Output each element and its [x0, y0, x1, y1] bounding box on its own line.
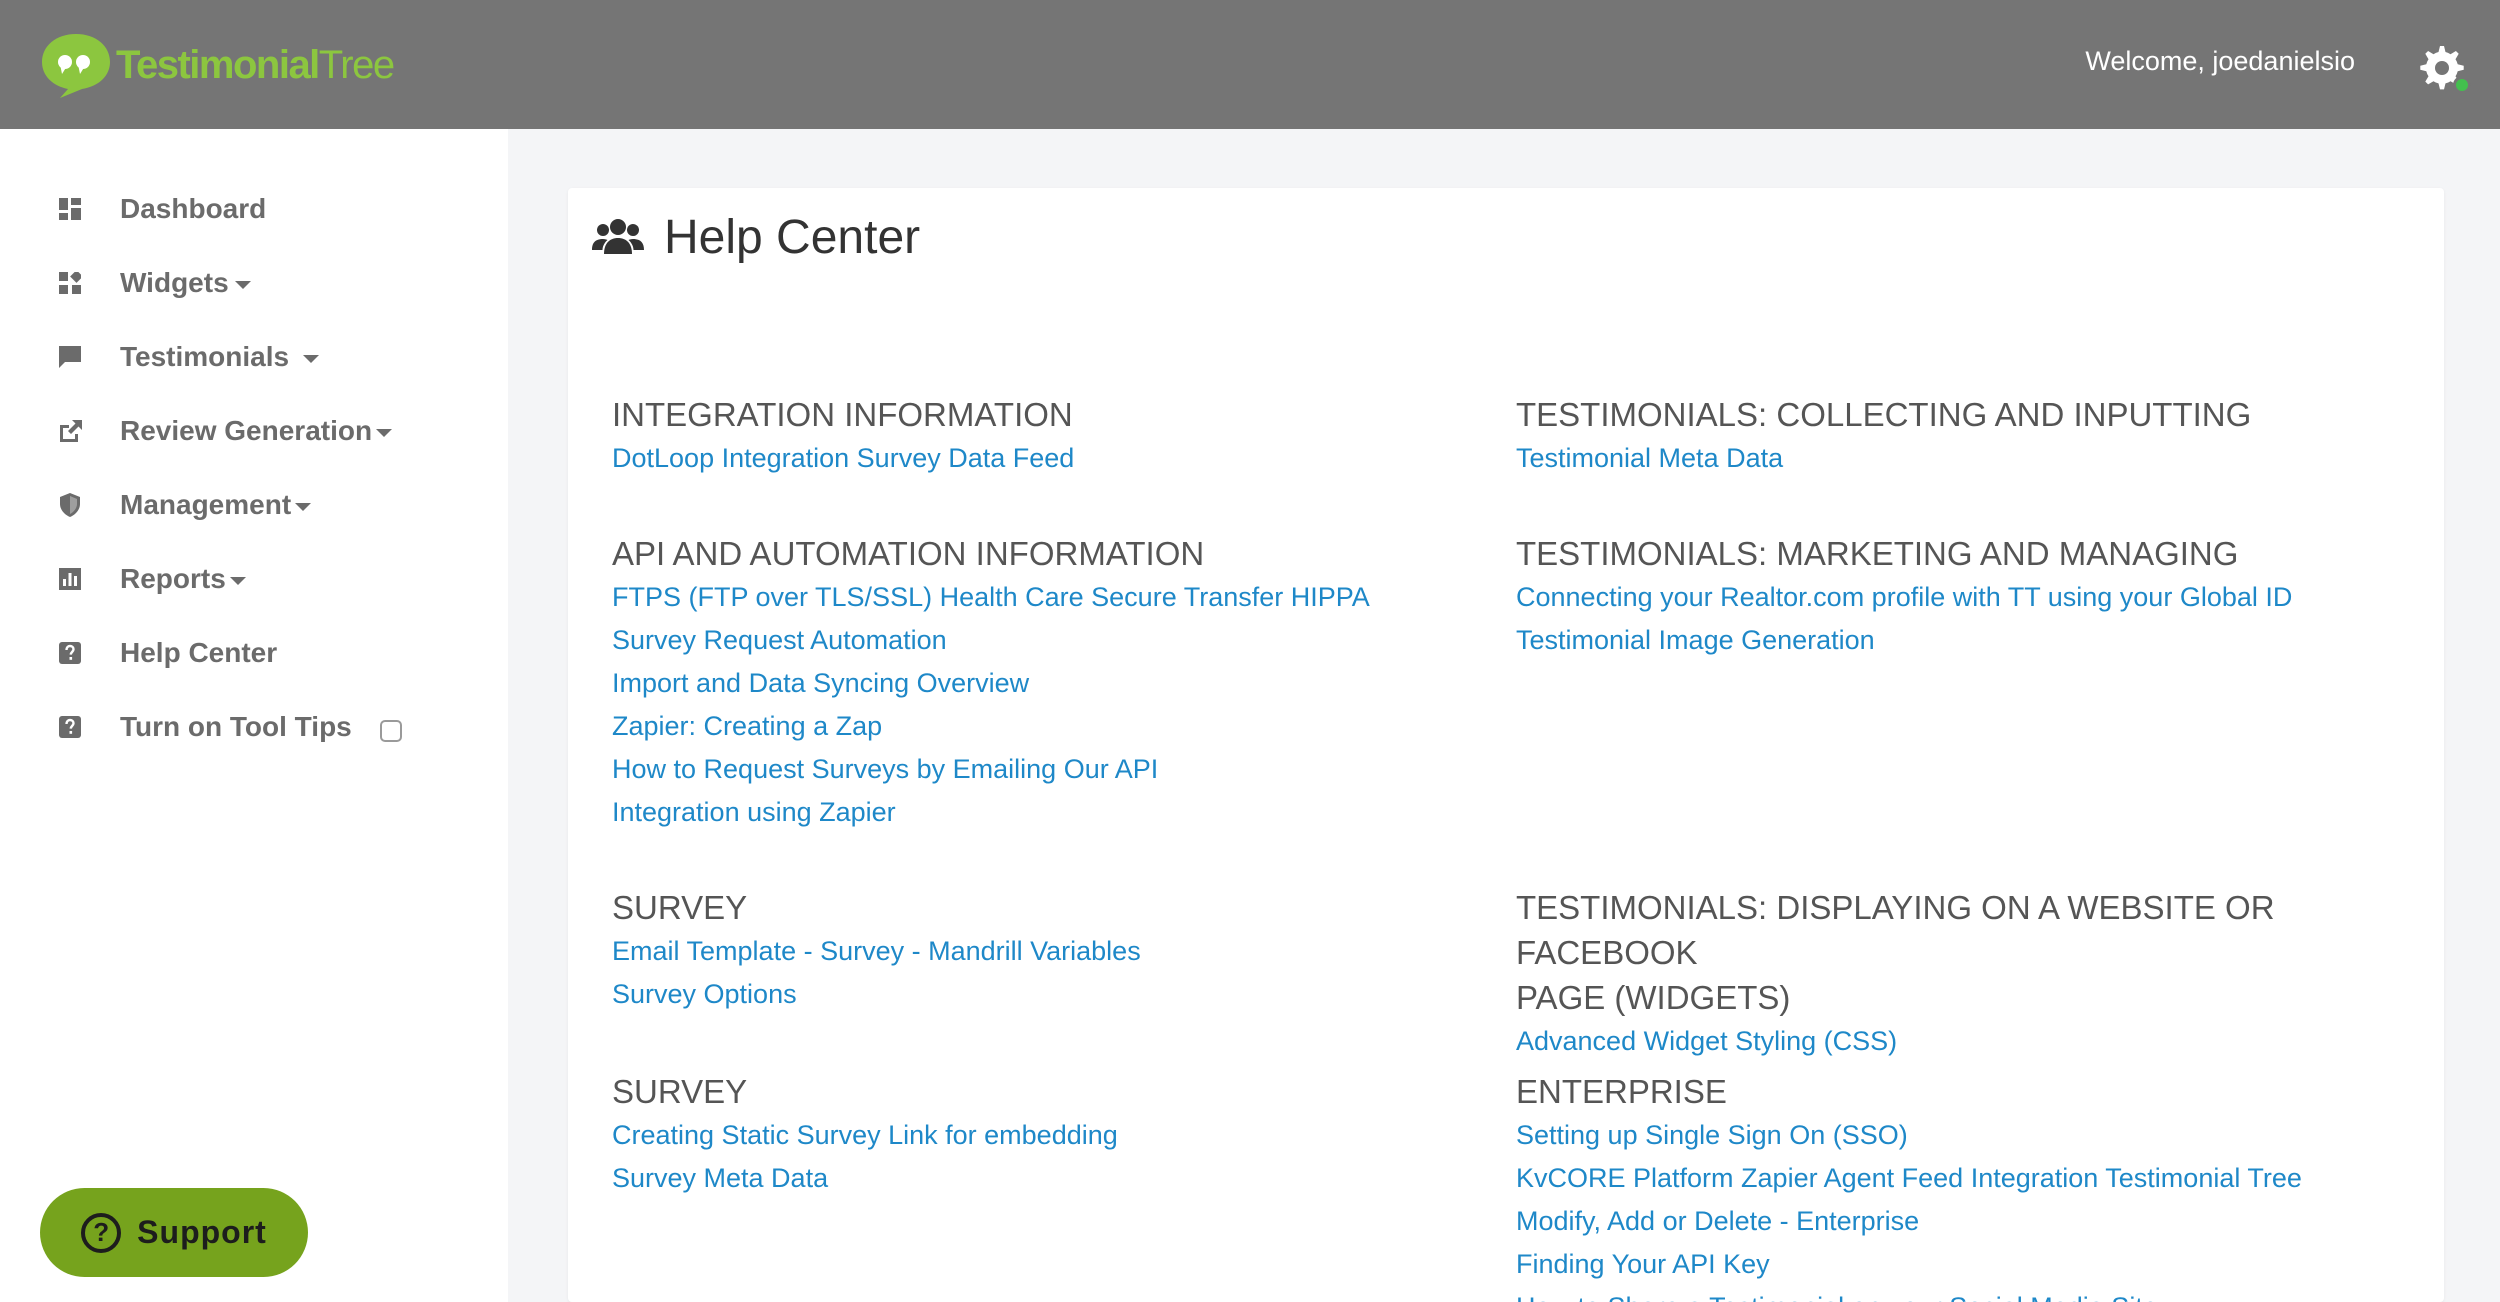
- section-links: Creating Static Survey Link for embeddin…: [612, 1114, 1472, 1200]
- section-title-line-2: PAGE (WIDGETS): [1516, 979, 1791, 1016]
- sidebar-item-text: Management: [120, 489, 292, 520]
- sidebar-item-text: Review Generation: [120, 415, 373, 446]
- section-collecting: TESTIMONIALS: COLLECTING AND INPUTTING T…: [1516, 392, 2416, 480]
- section-links: Setting up Single Sign On (SSO) KvCORE P…: [1516, 1114, 2416, 1302]
- page-header: Help Center: [592, 210, 920, 265]
- sidebar-item-widgets[interactable]: Widgets: [55, 263, 251, 303]
- section-title-line-1: TESTIMONIALS: DISPLAYING ON A WEBSITE OR…: [1516, 889, 2275, 971]
- help-link[interactable]: Connecting your Realtor.com profile with…: [1516, 576, 2416, 619]
- help-link[interactable]: Creating Static Survey Link for embeddin…: [612, 1114, 1472, 1157]
- sidebar-item-review-generation[interactable]: Review Generation: [55, 411, 393, 451]
- caret-down-icon: [303, 354, 320, 363]
- app-logo[interactable]: TestimonialTree: [38, 30, 395, 100]
- bar-chart-icon: [55, 564, 85, 594]
- section-survey: SURVEY Email Template - Survey - Mandril…: [612, 885, 1472, 1016]
- help-link[interactable]: Setting up Single Sign On (SSO): [1516, 1114, 2416, 1157]
- help-link[interactable]: Survey Request Automation: [612, 619, 1472, 662]
- logo-icon: [42, 34, 110, 98]
- section-title: SURVEY: [612, 889, 748, 926]
- support-label: Support: [137, 1214, 267, 1250]
- section-displaying: TESTIMONIALS: DISPLAYING ON A WEBSITE OR…: [1516, 885, 2416, 1063]
- section-links: Testimonial Meta Data: [1516, 437, 2416, 480]
- help-link[interactable]: KvCORE Platform Zapier Agent Feed Integr…: [1516, 1157, 2416, 1200]
- shield-icon: [55, 490, 85, 520]
- question-circle-icon: ?: [81, 1212, 122, 1253]
- caret-down-icon: [234, 280, 251, 289]
- caret-down-icon: [376, 428, 393, 437]
- help-link[interactable]: Email Template - Survey - Mandrill Varia…: [612, 930, 1472, 973]
- caret-down-icon: [229, 576, 246, 585]
- caret-down-icon: [295, 502, 312, 511]
- comment-icon: [55, 342, 85, 372]
- sidebar-item-help-center[interactable]: Help Center: [55, 633, 277, 673]
- sidebar-item-text: Testimonials: [120, 341, 290, 372]
- help-link[interactable]: How to Share a Testimonial on your Socia…: [1516, 1286, 2416, 1302]
- section-marketing: TESTIMONIALS: MARKETING AND MANAGING Con…: [1516, 531, 2416, 662]
- help-link[interactable]: Advanced Widget Styling (CSS): [1516, 1020, 2416, 1063]
- sidebar-item-text: Widgets: [120, 267, 229, 298]
- support-button[interactable]: ? Support: [40, 1188, 308, 1277]
- help-link[interactable]: Finding Your API Key: [1516, 1243, 2416, 1286]
- section-integration: INTEGRATION INFORMATION DotLoop Integrat…: [612, 392, 1472, 480]
- help-link[interactable]: Testimonial Image Generation: [1516, 619, 2416, 662]
- sidebar-item-reports[interactable]: Reports: [55, 559, 246, 599]
- section-enterprise: ENTERPRISE Setting up Single Sign On (SS…: [1516, 1069, 2416, 1302]
- section-links: Advanced Widget Styling (CSS): [1516, 1020, 2416, 1063]
- help-link[interactable]: Zapier: Creating a Zap: [612, 705, 1472, 748]
- section-title: ENTERPRISE: [1516, 1073, 1727, 1110]
- sidebar-item-label: Turn on Tool Tips: [120, 711, 352, 742]
- sidebar-item-label: Widgets: [120, 267, 251, 299]
- share-icon: [55, 416, 85, 446]
- section-links: Email Template - Survey - Mandrill Varia…: [612, 930, 1472, 1016]
- tool-tips-checkbox[interactable]: [379, 720, 402, 742]
- welcome-text: Welcome, joedanielsio: [2085, 46, 2355, 76]
- section-survey-2: SURVEY Creating Static Survey Link for e…: [612, 1069, 1472, 1200]
- sidebar-item-testimonials[interactable]: Testimonials: [55, 337, 320, 377]
- sidebar-item-management[interactable]: Management: [55, 485, 312, 525]
- help-link[interactable]: DotLoop Integration Survey Data Feed: [612, 437, 1472, 480]
- logo-text: TestimonialTree: [116, 42, 395, 88]
- section-links: DotLoop Integration Survey Data Feed: [612, 437, 1472, 480]
- users-icon: [592, 218, 644, 254]
- section-links: FTPS (FTP over TLS/SSL) Health Care Secu…: [612, 576, 1472, 834]
- section-api-automation: API AND AUTOMATION INFORMATION FTPS (FTP…: [612, 531, 1472, 834]
- help-link[interactable]: How to Request Surveys by Emailing Our A…: [612, 748, 1472, 791]
- question-icon: [55, 712, 85, 742]
- sidebar-item-tool-tips[interactable]: Turn on Tool Tips: [55, 707, 402, 747]
- section-title: SURVEY: [612, 1073, 748, 1110]
- widgets-icon: [55, 268, 85, 298]
- section-title: TESTIMONIALS: MARKETING AND MANAGING: [1516, 535, 2239, 572]
- sidebar-item-dashboard[interactable]: Dashboard: [55, 189, 266, 229]
- help-link[interactable]: Integration using Zapier: [612, 791, 1472, 834]
- question-icon: [55, 638, 85, 668]
- page-title: Help Center: [664, 211, 921, 264]
- section-title: TESTIMONIALS: COLLECTING AND INPUTTING: [1516, 396, 2252, 433]
- sidebar-item-label: Testimonials: [120, 341, 320, 373]
- sidebar-item-label: Dashboard: [120, 193, 267, 224]
- help-link[interactable]: FTPS (FTP over TLS/SSL) Health Care Secu…: [612, 576, 1472, 619]
- help-link[interactable]: Testimonial Meta Data: [1516, 437, 2416, 480]
- dashboard-icon: [55, 194, 85, 224]
- help-link[interactable]: Survey Meta Data: [612, 1157, 1472, 1200]
- help-link[interactable]: Modify, Add or Delete - Enterprise: [1516, 1200, 2416, 1243]
- section-title: INTEGRATION INFORMATION: [612, 396, 1073, 433]
- online-status-badge: [2453, 76, 2471, 94]
- logo-word-2: Tree: [318, 42, 395, 87]
- sidebar-item-label: Help Center: [120, 637, 278, 668]
- section-title: API AND AUTOMATION INFORMATION: [612, 535, 1205, 572]
- top-bar: TestimonialTree Welcome, joedanielsio: [0, 0, 2500, 129]
- help-link[interactable]: Import and Data Syncing Overview: [612, 662, 1472, 705]
- section-links: Connecting your Realtor.com profile with…: [1516, 576, 2416, 662]
- sidebar: Dashboard Widgets Testimonials Review Ge…: [0, 129, 508, 1302]
- sidebar-item-label: Review Generation: [120, 415, 393, 447]
- logo-word-1: Testimonial: [116, 42, 320, 87]
- help-center-card: Help Center INTEGRATION INFORMATION DotL…: [568, 188, 2444, 1302]
- sidebar-item-label: Management: [120, 489, 312, 521]
- sidebar-item-label: Reports: [120, 563, 246, 595]
- sidebar-item-text: Reports: [120, 563, 226, 594]
- help-link[interactable]: Survey Options: [612, 973, 1472, 1016]
